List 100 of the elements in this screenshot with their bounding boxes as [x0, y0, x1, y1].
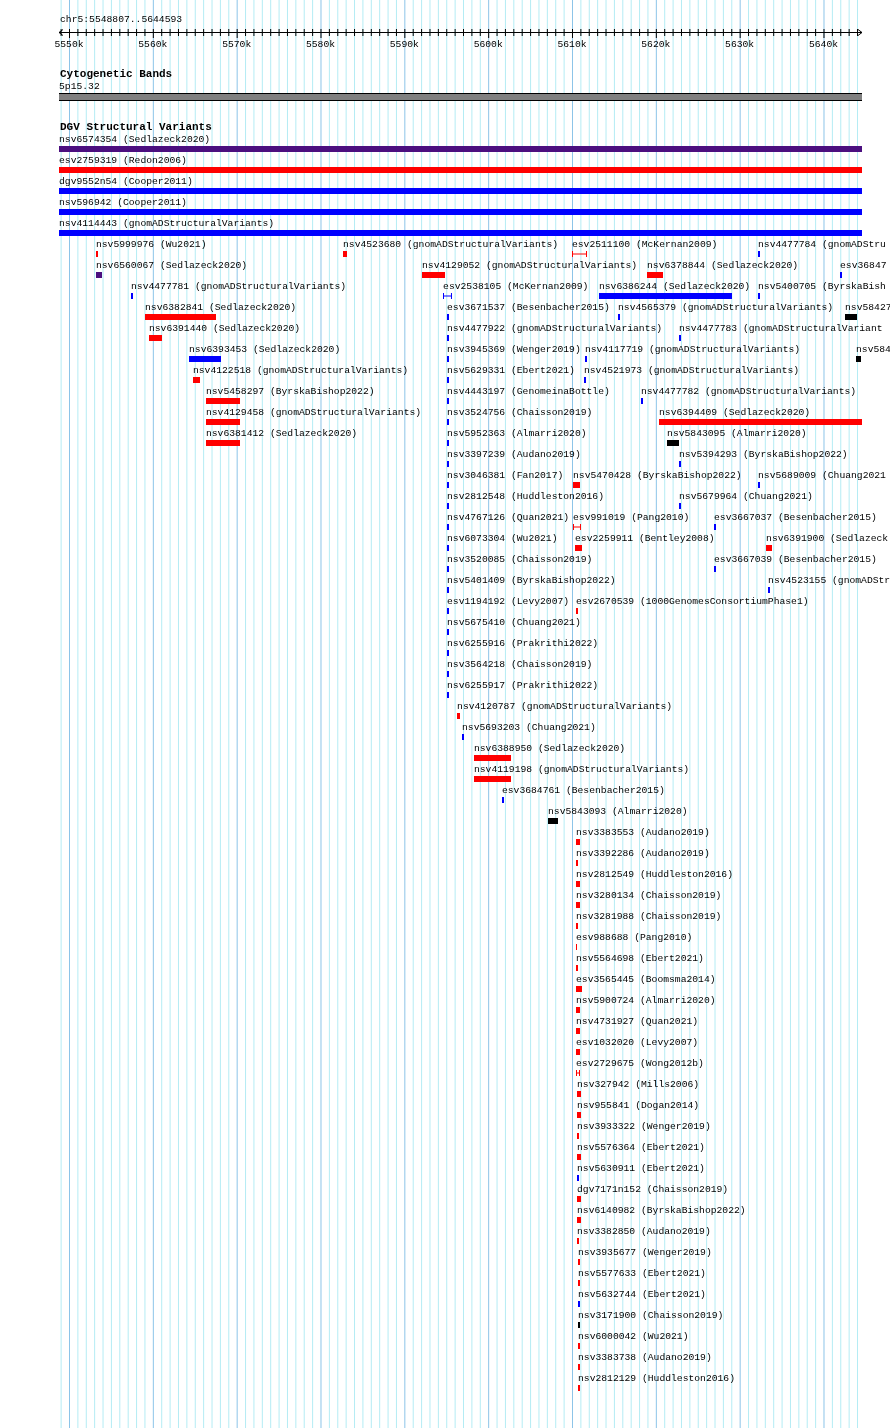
variant-label: nsv6388950 (Sedlazeck2020): [474, 743, 626, 755]
variant-label: nsv4565379 (gnomADStructuralVariants): [618, 302, 834, 314]
variant-range[interactable]: [576, 1070, 581, 1076]
variant-label: nsv5470428 (ByrskaBishop2022): [573, 470, 742, 482]
variant-label: nsv4120787 (gnomADStructuralVariants): [457, 701, 673, 713]
variant-label: nsv5576364 (Ebert2021): [577, 1142, 705, 1154]
variant-label: nsv6255917 (Prakrithi2022): [447, 680, 599, 692]
variant-range[interactable]: [443, 293, 453, 299]
variant-label: nsv6378844 (Sedlazeck2020): [647, 260, 799, 272]
variant-label: nsv6394409 (Sedlazeck2020): [659, 407, 811, 419]
variant-label: nsv3524756 (Chaisson2019): [447, 407, 593, 419]
variant-label: nsv5693203 (Chuang2021): [462, 722, 596, 734]
variant-bar[interactable]: [578, 1301, 581, 1307]
variant-label: nsv5999976 (Wu2021): [96, 239, 207, 251]
variant-label: nsv2812549 (Huddleston2016): [576, 869, 733, 881]
variant-label: nsv4129052 (gnomADStructuralVariants): [422, 260, 638, 272]
variant-label: nsv4122518 (gnomADStructuralVariants): [193, 365, 409, 377]
variant-label: nsv6560067 (Sedlazeck2020): [96, 260, 248, 272]
variant-label: nsv3935677 (Wenger2019): [578, 1247, 712, 1259]
variant-label: esv2759319 (Redon2006): [59, 155, 187, 167]
variant-label: nsv5458297 (ByrskaBishop2022): [205, 386, 375, 398]
variant-label: nsv327942 (Mills2006): [577, 1079, 700, 1091]
variant-label: nsv6381412 (Sedlazeck2020): [205, 428, 358, 440]
variant-label: nsv6393453 (Sedlazeck2020): [189, 344, 341, 356]
variant-label: nsv6391900 (Sedlazeck: [766, 533, 889, 545]
variant-label: esv2511100 (McKernan2009): [572, 239, 718, 251]
variant-label: nsv5679964 (Chuang2021): [679, 491, 813, 503]
variant-label: nsv4477781 (gnomADStructuralVariants): [131, 281, 347, 293]
variant-label: esv1194192 (Levy2007): [447, 596, 570, 608]
variant-label: nsv4523680 (gnomADStructuralVariants): [343, 239, 559, 251]
variant-label: nsv3933322 (Wenger2019): [577, 1121, 711, 1133]
variant-label: nsv3397239 (Audano2019): [447, 449, 581, 461]
variant-bar[interactable]: [667, 440, 680, 446]
variant-label: nsv3382850 (Audano2019): [577, 1226, 711, 1238]
variant-label: nsv5630911 (Ebert2021): [577, 1163, 705, 1175]
variant-range[interactable]: [573, 524, 582, 530]
variant-label: nsv5843095 (Almarri2020): [667, 428, 807, 440]
variant-label: esv2538105 (McKernan2009): [443, 281, 589, 293]
variant-bar[interactable]: [679, 335, 682, 341]
variant-label: nsv5564698 (Ebert2021): [576, 953, 704, 965]
variant-bar[interactable]: [131, 293, 134, 299]
tick-label: 5550k: [54, 39, 84, 50]
variant-label: nsv5401409 (ByrskaBishop2022): [447, 575, 616, 587]
variant-bar[interactable]: [768, 587, 771, 593]
tick-label: 5620k: [641, 39, 671, 50]
variant-label: nsv4117719 (gnomADStructuralVariants): [585, 344, 801, 356]
cytoband-bar[interactable]: [59, 93, 862, 101]
variant-bar[interactable]: [578, 1322, 581, 1328]
variant-label: nsv2812129 (Huddleston2016): [578, 1373, 735, 1385]
tick-label: 5570k: [222, 39, 252, 50]
tick-label: 5600k: [473, 39, 503, 50]
variant-label: nsv6391440 (Sedlazeck2020): [148, 323, 301, 335]
variant-label: nsv5675410 (Chuang2021): [447, 617, 581, 629]
variant-label: nsv4767126 (Quan2021): [447, 512, 570, 524]
variant-label: nsv3564218 (Chaisson2019): [447, 659, 593, 671]
variant-label: nsv3046381 (Fan2017): [447, 470, 564, 482]
variant-label: nsv4477922 (gnomADStructuralVariants): [447, 323, 663, 335]
variant-label: nsv3383738 (Audano2019): [578, 1352, 712, 1364]
variant-label: nsv4477784 (gnomADStru: [758, 239, 886, 251]
variant-label: nsv5843093 (Almarri2020): [548, 806, 688, 818]
variant-label: esv991019 (Pang2010): [573, 512, 690, 524]
variant-label: nsv5952363 (Almarri2020): [447, 428, 587, 440]
variant-label: nsv3945369 (Wenger2019): [447, 344, 581, 356]
variant-label: nsv5400705 (ByrskaBish: [758, 281, 886, 293]
variant-label: nsv3520085 (Chaisson2019): [447, 554, 593, 566]
variant-label: nsv3392286 (Audano2019): [576, 848, 710, 860]
variant-label: nsv6073304 (Wu2021): [447, 533, 558, 545]
variant-label: nsv5394293 (ByrskaBishop2022): [679, 449, 848, 461]
variant-label: nsv2812548 (Huddleston2016): [447, 491, 604, 503]
variant-label: nsv3281988 (Chaisson2019): [576, 911, 722, 923]
tick-label: 5640k: [808, 39, 839, 50]
locus-label: chr5:5548807..5644593: [60, 14, 183, 25]
variant-range[interactable]: [572, 251, 587, 257]
variant-label: nsv6255916 (Prakrithi2022): [447, 638, 599, 650]
variant-label: nsv596942 (Cooper2011): [59, 197, 187, 209]
band-label: 5p15.32: [59, 81, 100, 93]
variant-label: esv2670539 (1000GenomesConsortiumPhase1): [576, 596, 809, 608]
variant-label: dgv7171n152 (Chaisson2019): [577, 1184, 729, 1196]
variant-label: nsv584: [856, 344, 890, 356]
variant-label: nsv58427: [845, 302, 890, 314]
tick-label: 5590k: [389, 39, 419, 50]
variant-label: nsv5632744 (Ebert2021): [578, 1289, 706, 1301]
variant-label: esv3671537 (Besenbacher2015): [447, 302, 610, 314]
variant-label: nsv6000042 (Wu2021): [578, 1331, 689, 1343]
variant-label: esv3667039 (Besenbacher2015): [714, 554, 877, 566]
variant-label: nsv5900724 (Almarri2020): [576, 995, 716, 1007]
variant-label: esv3667037 (Besenbacher2015): [714, 512, 877, 524]
variant-bar[interactable]: [679, 461, 682, 467]
variant-label: nsv5689009 (Chuang2021: [758, 470, 886, 482]
variant-label: nsv6140982 (ByrskaBishop2022): [577, 1205, 746, 1217]
variant-label: nsv4477783 (gnomADStructuralVariant: [679, 323, 883, 335]
variant-label: nsv3171900 (Chaisson2019): [578, 1310, 724, 1322]
variant-label: nsv3383553 (Audano2019): [576, 827, 710, 839]
variant-label: nsv4521973 (gnomADStructuralVariants): [584, 365, 800, 377]
variant-bar[interactable]: [679, 503, 682, 509]
tick-label: 5610k: [557, 39, 587, 50]
variant-label: esv2259911 (Bentley2008): [575, 533, 715, 545]
variant-label: nsv3280134 (Chaisson2019): [576, 890, 722, 902]
variant-label: esv2729675 (Wong2012b): [576, 1058, 704, 1070]
track-title: Cytogenetic Bands: [59, 68, 173, 81]
